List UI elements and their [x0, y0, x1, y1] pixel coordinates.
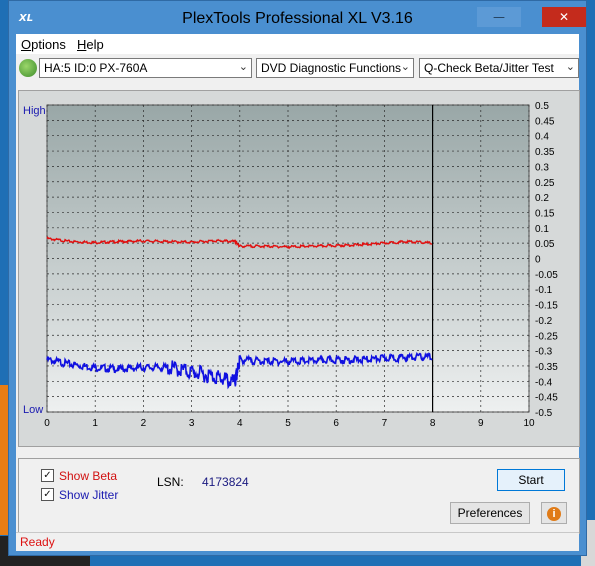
close-icon: ✕: [558, 10, 570, 24]
y-tick-label: 0.2: [535, 193, 549, 204]
y-tick-label: 0.5: [535, 101, 549, 112]
x-tick-label: 2: [141, 418, 147, 429]
info-icon: i: [547, 507, 561, 521]
y-tick-label: 0.05: [535, 239, 555, 250]
preferences-button[interactable]: Preferences: [450, 502, 530, 524]
x-tick-label: 8: [430, 418, 436, 429]
y-tick-label: -0.2: [535, 316, 553, 327]
drive-select[interactable]: HA:5 ID:0 PX-760A ⌄: [39, 58, 252, 78]
show-beta-checkbox[interactable]: ✓: [41, 469, 54, 482]
x-tick-label: 6: [333, 418, 339, 429]
x-tick-label: 0: [44, 418, 50, 429]
start-button[interactable]: Start: [497, 469, 565, 491]
minimize-icon: —: [493, 10, 505, 24]
test-select[interactable]: Q-Check Beta/Jitter Test ⌄: [419, 58, 579, 78]
function-select-value: DVD Diagnostic Functions: [261, 61, 402, 75]
desktop-edge: [0, 385, 8, 535]
x-tick-label: 5: [285, 418, 291, 429]
y-tick-label: -0.5: [535, 408, 553, 419]
graph-panel: High Low 0.5 0.45 0.4 0.35 0.3 0.25 0.2 0.15 0.1…: [18, 90, 580, 447]
info-button[interactable]: i: [541, 502, 567, 524]
function-select[interactable]: DVD Diagnostic Functions ⌄: [256, 58, 414, 78]
show-jitter-checkbox[interactable]: ✓: [41, 488, 54, 501]
x-tick-label: 3: [189, 418, 195, 429]
menu-help[interactable]: Help: [77, 37, 104, 52]
drive-select-value: HA:5 ID:0 PX-760A: [44, 61, 148, 75]
y-tick-label: 0.4: [535, 132, 549, 143]
y-tick-label: -0.35: [535, 362, 558, 373]
disc-drive-icon: [19, 59, 37, 77]
chevron-down-icon: ⌄: [565, 61, 575, 73]
title-bar[interactable]: XL PlexTools Professional XL V3.16 — ✕: [9, 1, 586, 37]
y-tick-label: -0.3: [535, 347, 553, 358]
lsn-value: 4173824: [202, 475, 249, 489]
x-tick-label: 1: [92, 418, 98, 429]
y-tick-label: 0.1: [535, 224, 549, 235]
status-bar: Ready: [16, 532, 579, 551]
status-text: Ready: [20, 535, 55, 549]
minimize-button[interactable]: —: [477, 7, 521, 27]
chevron-down-icon: ⌄: [400, 61, 410, 73]
y-tick-label: 0: [535, 255, 541, 266]
x-tick-label: 7: [382, 418, 388, 429]
x-tick-label: 10: [523, 418, 535, 429]
y-tick-label: -0.15: [535, 301, 558, 312]
y-tick-label: 0.15: [535, 208, 555, 219]
y-tick-label: -0.1: [535, 285, 553, 296]
app-window: XL PlexTools Professional XL V3.16 — ✕ O…: [8, 0, 587, 556]
y-tick-label: -0.45: [535, 393, 558, 404]
controls-panel: ✓ Show Beta ✓ Show Jitter LSN: 4173824 S…: [18, 458, 580, 534]
y-tick-label: 0.45: [535, 116, 555, 127]
y-tick-label: -0.05: [535, 270, 558, 281]
y-tick-label: -0.25: [535, 331, 558, 342]
show-jitter-label[interactable]: Show Jitter: [59, 488, 118, 502]
lsn-label: LSN:: [157, 475, 184, 489]
show-beta-label[interactable]: Show Beta: [59, 469, 117, 483]
y-tick-label: 0.35: [535, 147, 555, 158]
close-button[interactable]: ✕: [542, 7, 586, 27]
x-tick-label: 4: [237, 418, 243, 429]
y-tick-label: -0.4: [535, 377, 553, 388]
beta-jitter-chart: 0.5 0.45 0.4 0.35 0.3 0.25 0.2 0.15 0.1 0.05 0 -0.0…: [44, 101, 558, 429]
client-area: Options Help HA:5 ID:0 PX-760A ⌄ DVD Dia…: [16, 34, 580, 551]
x-tick-label: 9: [478, 418, 484, 429]
test-select-value: Q-Check Beta/Jitter Test: [424, 61, 554, 75]
y-tick-label: 0.3: [535, 162, 549, 173]
menu-options[interactable]: Options: [21, 37, 66, 52]
chevron-down-icon: ⌄: [238, 61, 248, 73]
menu-bar: Options Help: [16, 34, 579, 54]
y-tick-label: 0.25: [535, 178, 555, 189]
